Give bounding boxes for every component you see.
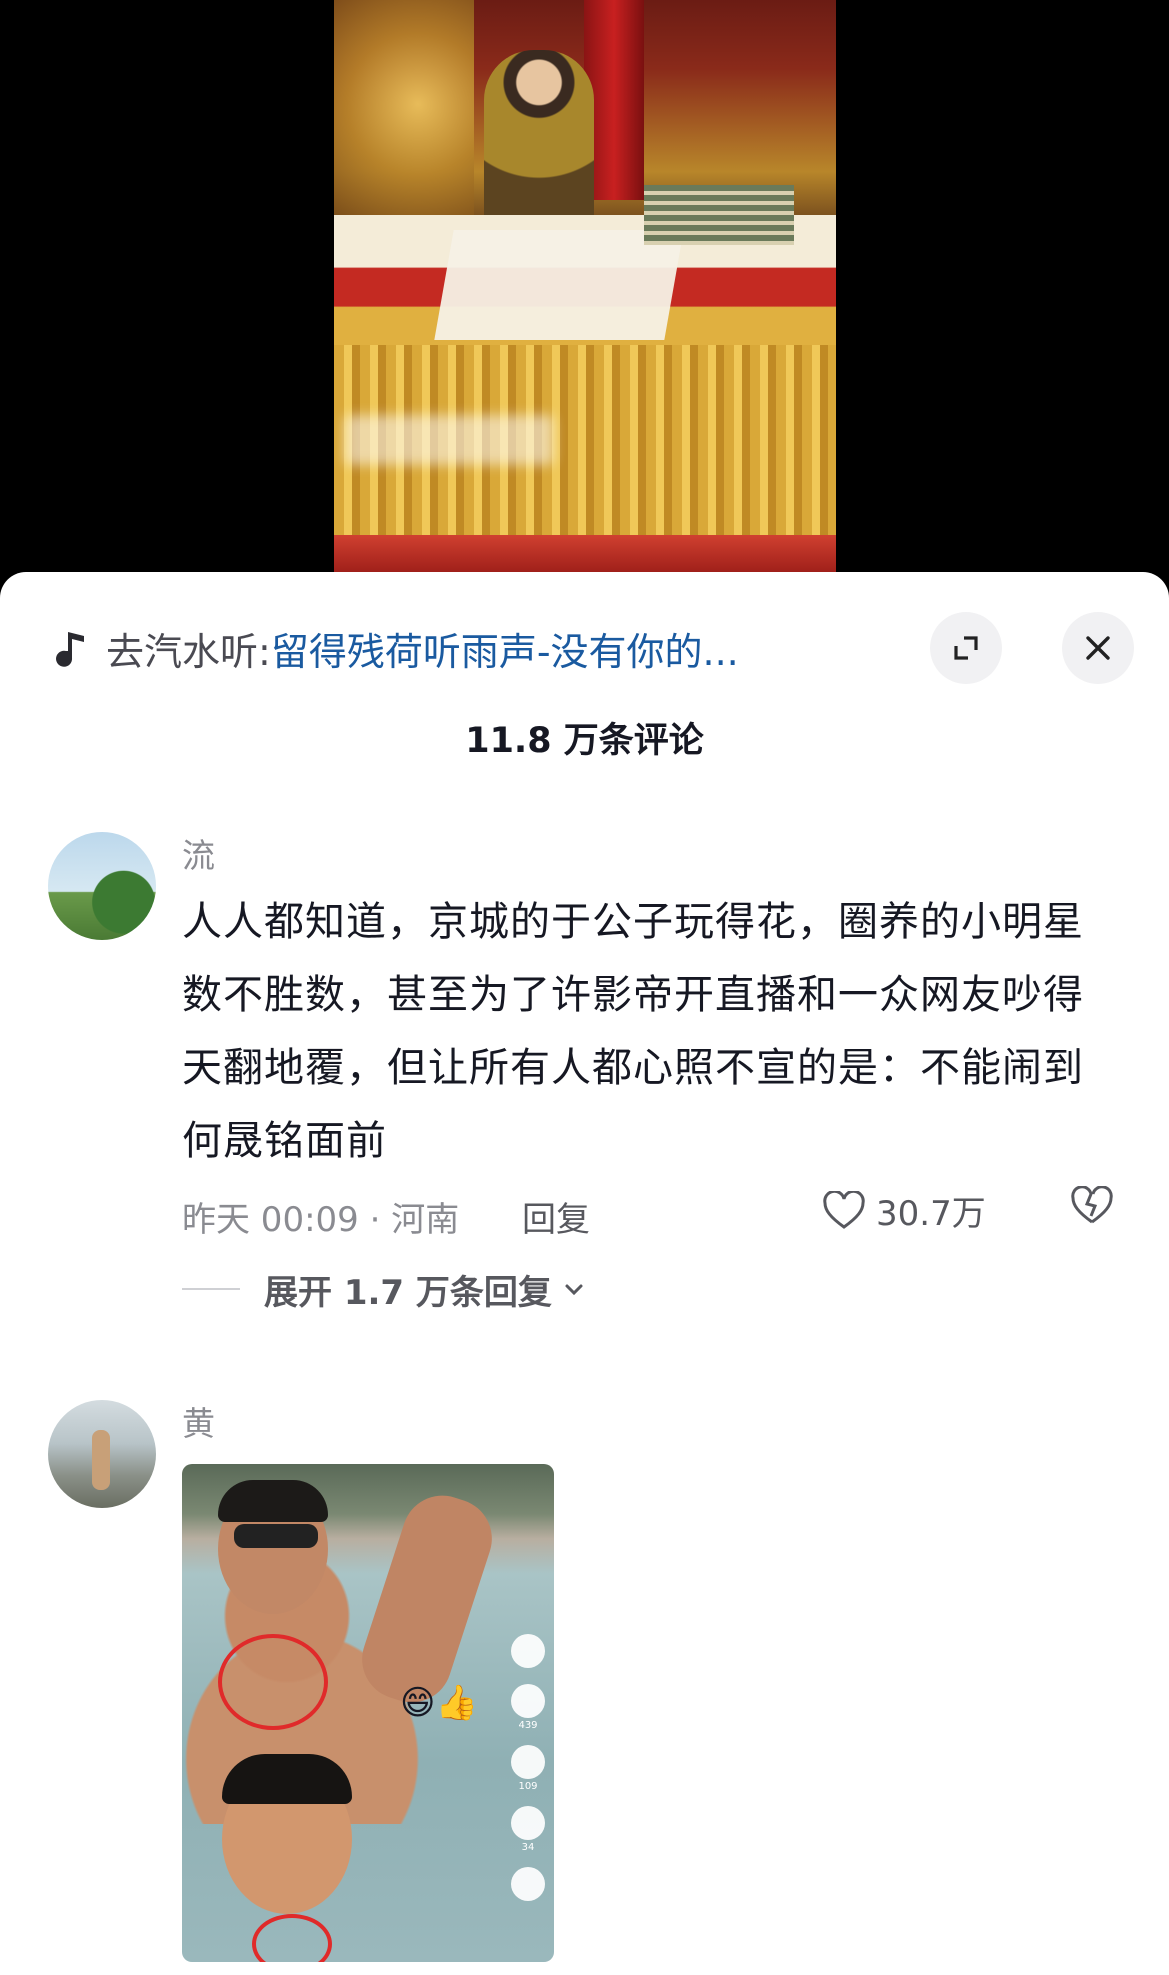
sunglasses xyxy=(234,1524,318,1548)
comment-image[interactable]: 😄👍 439 109 34 xyxy=(182,1464,554,1962)
heart-icon xyxy=(822,1190,866,1231)
close-icon xyxy=(1082,632,1114,664)
photo-comment-count: 109 xyxy=(518,1781,538,1792)
music-note-icon xyxy=(54,628,90,668)
comment-count: 11.8 万条评论 xyxy=(465,721,704,761)
comment-meta: 昨天 00:09 · 河南 回复 30.7万 xyxy=(182,1186,1122,1242)
music-title-link[interactable]: 留得残荷听雨声-没有你的... xyxy=(271,621,739,676)
music-bar[interactable]: 去汽水听: 留得残荷听雨声-没有你的... xyxy=(54,612,1134,684)
reply-button[interactable]: 回复 xyxy=(522,1192,590,1241)
video-frame[interactable] xyxy=(334,0,836,572)
divider-line xyxy=(182,1288,240,1290)
broken-heart-icon xyxy=(1070,1186,1114,1226)
comment-time-location: 昨天 00:09 · 河南 xyxy=(182,1200,460,1240)
expand-button[interactable] xyxy=(930,612,1002,684)
star-icon xyxy=(511,1806,545,1840)
emoji-sticker: 😄👍 xyxy=(400,1683,478,1723)
photo-like-count: 439 xyxy=(518,1720,538,1731)
comment-body: 黄 xyxy=(182,1400,1122,1448)
avatar xyxy=(511,1634,545,1668)
video-scene-paper xyxy=(434,230,684,340)
like-button[interactable]: 30.7万 xyxy=(822,1186,986,1235)
blurred-caption xyxy=(344,415,554,465)
expand-icon xyxy=(950,632,982,664)
red-circle-annotation xyxy=(218,1634,328,1730)
video-scene-books xyxy=(644,185,794,245)
video-player[interactable] xyxy=(0,0,1169,600)
like-count: 30.7万 xyxy=(876,1194,986,1234)
comment-text[interactable]: 人人都知道，京城的于公子玩得花，圈养的小明星数不胜数，甚至为了许影帝开直播和一众… xyxy=(182,886,1122,1178)
comment-username[interactable]: 黄 xyxy=(182,1400,1122,1448)
avatar[interactable] xyxy=(48,832,156,940)
video-scene-bottom xyxy=(334,535,836,572)
video-scene-figure xyxy=(484,50,594,230)
red-circle-annotation xyxy=(252,1914,332,1962)
photo-side-actions: 439 109 34 xyxy=(508,1634,548,1954)
close-button[interactable] xyxy=(1062,612,1134,684)
photo-hair xyxy=(218,1480,328,1522)
chevron-down-icon xyxy=(562,1277,586,1301)
comment-username[interactable]: 流 xyxy=(182,832,1122,880)
expand-replies-button[interactable]: 展开 1.7 万条回复 xyxy=(182,1264,1122,1314)
dislike-button[interactable] xyxy=(1070,1186,1114,1226)
photo-hair xyxy=(222,1754,352,1804)
expand-replies-label: 展开 1.7 万条回复 xyxy=(264,1272,552,1313)
comment-sheet: 去汽水听: 留得残荷听雨声-没有你的... 11.8 万条评论 流 人人都知道，… xyxy=(0,572,1169,1975)
photo-favorite-count: 34 xyxy=(521,1842,535,1853)
comment-icon xyxy=(511,1745,545,1779)
share-icon xyxy=(511,1867,545,1901)
comment-body: 流 人人都知道，京城的于公子玩得花，圈养的小明星数不胜数，甚至为了许影帝开直播和… xyxy=(182,832,1122,1314)
avatar[interactable] xyxy=(48,1400,156,1508)
music-prefix: 去汽水听: xyxy=(106,629,271,674)
heart-icon xyxy=(511,1684,545,1718)
